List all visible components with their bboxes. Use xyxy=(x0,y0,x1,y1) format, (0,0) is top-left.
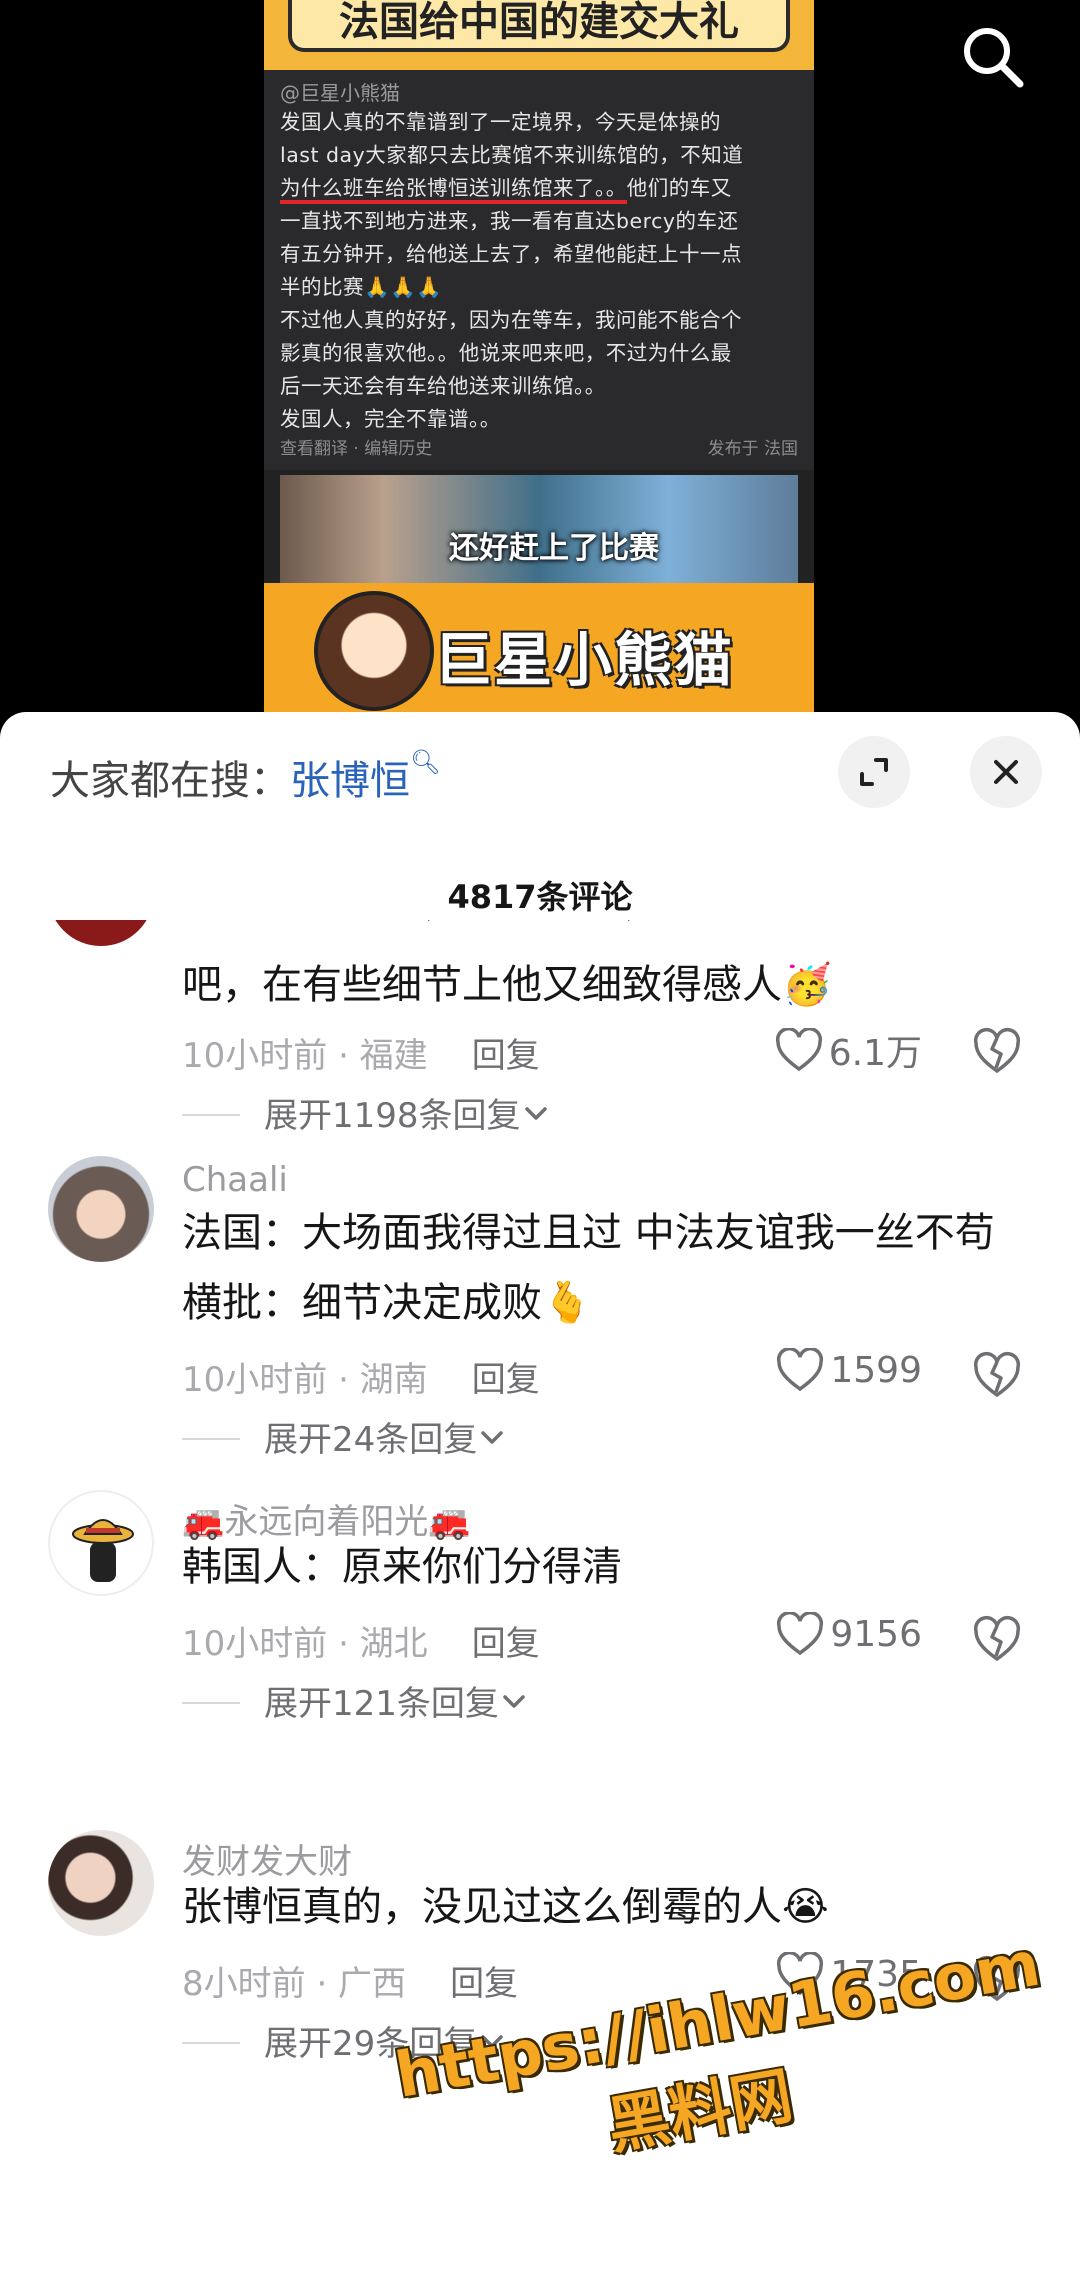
trending-term-text: 张博恒 xyxy=(290,758,410,804)
like-button[interactable]: 6.1万 xyxy=(775,1024,922,1076)
close-icon xyxy=(994,760,1018,784)
avatar[interactable] xyxy=(48,1156,154,1262)
comment-meta: 10小时前 · 湖北 回复 xyxy=(182,1616,540,1665)
like-button[interactable]: 1599 xyxy=(776,1348,922,1392)
comment-time-location: 10小时前 · 福建 xyxy=(182,1036,428,1076)
heart-icon xyxy=(777,1612,824,1656)
heart-icon xyxy=(777,1348,824,1392)
post-line: 后一天还会有车给他送来训练馆。。 xyxy=(280,374,606,398)
avatar[interactable] xyxy=(48,920,154,946)
dislike-button[interactable] xyxy=(972,1026,1022,1076)
expand-replies-button[interactable]: 展开1198条回复 xyxy=(182,1088,551,1137)
like-count: 9156 xyxy=(830,1613,922,1655)
post-line: 为什么班车给张博恒送训练馆来了。。他们的车又 xyxy=(280,172,798,205)
dislike-button[interactable] xyxy=(972,1614,1022,1664)
post-line: 有五分钟开，给他送上去了，希望他能赶上十一点 xyxy=(280,242,742,266)
comment-text: 张博恒真的，没见过这么倒霉的人😭 xyxy=(182,1884,829,1930)
expand-button[interactable] xyxy=(838,736,910,808)
heart-icon xyxy=(775,1028,822,1072)
reply-button[interactable]: 回复 xyxy=(450,1964,518,2004)
search-icon xyxy=(964,28,1024,88)
video-subtitle: 还好赶上了比赛 xyxy=(449,531,659,566)
post-meta-right: 发布于 法国 xyxy=(707,439,798,459)
expand-replies-label: 展开121条回复 xyxy=(264,1684,499,1724)
post-body: 发国人真的不靠谱到了一定境界，今天是体操的 last day大家都只去比赛馆不来… xyxy=(280,106,798,436)
comment-text: 法国：大场面我得过且过 中法友谊我一丝不苟 横批：细节决定成败🫰 xyxy=(182,1210,995,1326)
comment-time-location: 10小时前 · 湖北 xyxy=(182,1624,428,1664)
post-line-rest: 他们的车又 xyxy=(626,176,732,200)
strawhat-avatar-icon xyxy=(72,1519,134,1582)
comment-text-clipped: 你说他靠谱吧，马虎一堆，说他不靠谱 xyxy=(182,920,1022,944)
video-frame: 法国给中国的建交大礼 @巨星小熊猫 发国人真的不靠谱到了一定境界，今天是体操的 … xyxy=(264,0,814,720)
post-meta: 查看翻译 · 编辑历史 发布于 法国 xyxy=(280,434,798,459)
post-line: 一直找不到地方进来，我一看有直达bercy的车还 xyxy=(280,209,739,233)
comment-text-partial: 你说他靠谱吧，马虎一堆，说他不靠谱 xyxy=(182,920,1022,938)
trending-label: 大家都在搜： xyxy=(50,758,290,804)
comment-text: 韩国人：原来你们分得清 xyxy=(182,1544,622,1590)
dislike-button[interactable] xyxy=(972,1350,1022,1400)
comment-meta: 8小时前 · 广西 回复 xyxy=(182,1956,518,2005)
chevron-down-icon xyxy=(524,1106,547,1120)
search-button[interactable] xyxy=(958,22,1028,92)
comment-meta: 10小时前 · 福建 回复 xyxy=(182,1028,540,1077)
channel-logo: 巨星小熊猫 xyxy=(264,583,814,720)
avatar[interactable] xyxy=(48,1490,154,1596)
post-line: 影真的很喜欢他。。他说来吧来吧，不过为什么最 xyxy=(280,341,732,365)
comment-meta: 10小时前 · 湖南 回复 xyxy=(182,1352,540,1401)
like-count: 6.1万 xyxy=(828,1033,922,1074)
expand-replies-button[interactable]: 展开24条回复 xyxy=(182,1412,507,1461)
trending-term[interactable]: 张博恒🔍︎ xyxy=(290,748,440,804)
expand-replies-button[interactable]: 展开121条回复 xyxy=(182,1676,529,1725)
expand-icon xyxy=(860,758,888,786)
post-line: 发国人，完全不靠谱。。 xyxy=(280,407,501,431)
expand-replies-label: 展开1198条回复 xyxy=(264,1096,521,1136)
like-button[interactable]: 9156 xyxy=(776,1612,922,1656)
like-count: 1599 xyxy=(830,1349,922,1391)
chevron-down-icon xyxy=(481,1430,504,1444)
video-banner: 法国给中国的建交大礼 xyxy=(264,0,814,70)
broken-heart-icon xyxy=(973,1616,1021,1662)
post-underlined-text: 为什么班车给张博恒送训练馆来了。。 xyxy=(280,176,627,204)
reply-button[interactable]: 回复 xyxy=(472,1624,540,1664)
comment-time-location: 10小时前 · 湖南 xyxy=(182,1360,428,1400)
reply-button[interactable]: 回复 xyxy=(472,1036,540,1076)
sheet-header: 大家都在搜：张博恒🔍︎ xyxy=(0,712,1080,832)
screenshot-post: @巨星小熊猫 发国人真的不靠谱到了一定境界，今天是体操的 last day大家都… xyxy=(264,70,814,470)
logo-text: 巨星小熊猫 xyxy=(433,626,734,694)
comment-author[interactable]: Chaali xyxy=(182,1160,288,1200)
post-line: 不过他人真的好好，因为在等车，我问能不能合个 xyxy=(280,308,742,332)
trending-search[interactable]: 大家都在搜：张博恒🔍︎ xyxy=(50,748,440,806)
post-line: 发国人真的不靠谱到了一定境界，今天是体操的 xyxy=(280,110,721,134)
small-search-icon: 🔍︎ xyxy=(410,748,441,776)
comment-count: 4817条评论 xyxy=(447,878,633,916)
close-button[interactable] xyxy=(970,736,1042,808)
video-player[interactable]: 法国给中国的建交大礼 @巨星小熊猫 发国人真的不靠谱到了一定境界，今天是体操的 … xyxy=(0,0,1080,730)
reply-button[interactable]: 回复 xyxy=(472,1360,540,1400)
post-line: last day大家都只去比赛馆不来训练馆的，不知道 xyxy=(280,143,744,167)
post-handle: @巨星小熊猫 xyxy=(280,81,400,105)
comment-time-location: 8小时前 · 广西 xyxy=(182,1964,407,2004)
chevron-down-icon xyxy=(503,1694,525,1708)
expand-replies-label: 展开24条回复 xyxy=(264,1420,478,1460)
broken-heart-icon xyxy=(973,1028,1021,1074)
broken-heart-icon xyxy=(973,1352,1021,1398)
comment-text: 吧，在有些细节上他又细致得感人🥳 xyxy=(182,962,832,1008)
post-meta-left: 查看翻译 · 编辑历史 xyxy=(280,439,433,459)
video-banner-title: 法国给中国的建交大礼 xyxy=(288,0,790,52)
post-line: 半的比赛🙏🙏🙏 xyxy=(280,275,443,299)
avatar[interactable] xyxy=(48,1830,154,1936)
